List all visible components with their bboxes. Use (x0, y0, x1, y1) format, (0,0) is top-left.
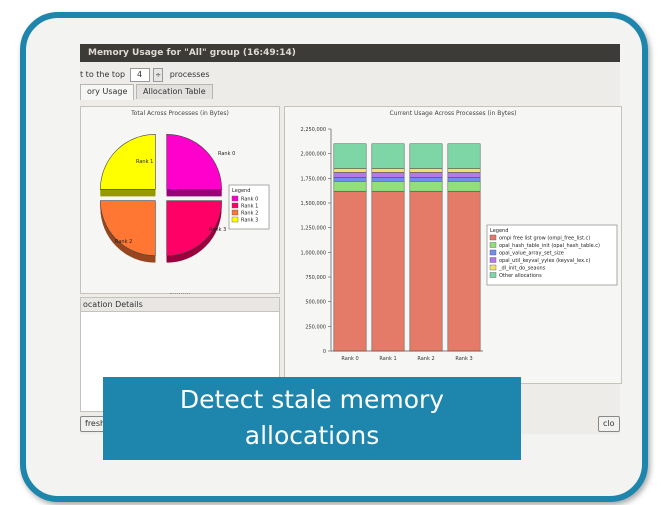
bar-segment (371, 172, 405, 178)
y-tick-label: 0 (323, 349, 326, 355)
y-tick-label: 1,500,000 (301, 201, 326, 207)
bar-segment (371, 143, 405, 169)
bar-segment (333, 143, 367, 169)
pie-slice-label: Rank 2 (115, 239, 132, 245)
pie-legend-label: Rank 2 (241, 211, 258, 217)
bar-segment (333, 177, 367, 182)
pane-splitter[interactable] (170, 293, 190, 296)
pie-legend-label: Rank 3 (241, 218, 258, 224)
y-tick-label: 2,000,000 (301, 152, 326, 158)
caption-line-2: allocations (244, 421, 380, 450)
bar-segment (447, 172, 481, 178)
app-window: Memory Usage for "All" group (16:49:14) … (80, 44, 622, 434)
pie-legend-swatch (231, 216, 239, 223)
pie-slice-label: Rank 3 (209, 227, 226, 233)
bar-legend-swatch (489, 257, 497, 263)
bar-segment (409, 190, 443, 352)
bar-segment (447, 168, 481, 173)
y-tick-label: 2,250,000 (301, 127, 326, 133)
x-tick-label: Rank 3 (455, 356, 472, 362)
pie-slice-label: Rank 0 (218, 151, 235, 157)
details-header: ocation Details (81, 298, 279, 312)
window-title: Memory Usage for "All" group (16:49:14) (80, 44, 620, 62)
y-tick-label: 500,000 (305, 300, 326, 306)
pie-legend-swatch (231, 209, 239, 216)
bar-segment (371, 190, 405, 352)
bar-segment (371, 177, 405, 182)
bar-segment (333, 172, 367, 178)
pie-panel: Total Across Processes (in Bytes) Rank 0… (80, 106, 280, 294)
stacked-bar-chart: 0 250,000 500,000 750,000 1,000,000 1,250,000… (301, 127, 618, 362)
bar-segment (409, 143, 443, 169)
limit-label: t to the top (80, 70, 126, 79)
bar-legend-swatch (489, 234, 497, 241)
tab-memory-usage[interactable]: ory Usage (80, 84, 135, 100)
bar-legend-label: ompi free list grow (ompi_free_list.c) (499, 236, 590, 242)
processes-label: processes (169, 70, 210, 79)
bar-legend-title: Legend (490, 228, 508, 234)
y-tick-label: 1,750,000 (301, 176, 326, 182)
bar-segment (447, 181, 481, 192)
x-tick-label: Rank 0 (341, 356, 358, 362)
x-tick-label: Rank 1 (379, 356, 396, 362)
y-tick-label: 750,000 (305, 275, 326, 281)
bar-segment (333, 190, 367, 352)
y-tick-label: 250,000 (305, 324, 326, 330)
pie-slice-2 (100, 200, 156, 256)
pie-slice-label: Rank 1 (136, 159, 153, 165)
bar-legend-label: opal_value_array_set_size (499, 251, 564, 257)
bar-legend-label: Other allocations (499, 273, 542, 279)
bar-segment (409, 181, 443, 192)
bar-legend-swatch (489, 272, 497, 278)
caption-line-1: Detect stale memory (179, 385, 445, 414)
limit-row: t to the top 4 ÷ processes (80, 67, 210, 83)
y-tick-label: 1,250,000 (301, 226, 326, 232)
bar-legend-swatch (489, 264, 497, 271)
caption-banner: Detect stale memory allocations (103, 377, 521, 460)
pie-legend-title: Legend (232, 188, 250, 194)
bar-segment (409, 172, 443, 178)
limit-spin-button[interactable]: ÷ (153, 68, 164, 82)
bar-segment (447, 177, 481, 182)
bar-segment (333, 181, 367, 192)
bar-legend-swatch (489, 242, 497, 248)
bar-segment (409, 168, 443, 173)
bar-legend-label: _dl_init_do_seaons (498, 266, 546, 272)
pie-legend-swatch (231, 195, 239, 202)
bar-segment (371, 168, 405, 173)
pie-legend-label: Rank 0 (241, 197, 258, 203)
bar-panel: Current Usage Across Processes (in Bytes… (284, 106, 622, 384)
pie-legend-swatch (231, 202, 239, 209)
pie-slice-0 (166, 134, 222, 190)
tab-allocation-table[interactable]: Allocation Table (136, 84, 213, 99)
bar-segment (447, 143, 481, 169)
bar-legend-swatch (489, 249, 497, 256)
pie-legend-label: Rank 1 (241, 204, 258, 210)
pie-chart: Rank 0Rank 1Rank 2Rank 3LegendRank 0Rank… (100, 134, 270, 263)
bar-segment (333, 168, 367, 173)
y-tick-label: 1,000,000 (301, 250, 326, 256)
bar-legend-label: opal_hash_table_init (opal_hash_table.c) (499, 243, 600, 249)
bar-segment (371, 181, 405, 192)
limit-input[interactable]: 4 (129, 68, 150, 82)
bar-segment (409, 177, 443, 182)
bar-segment (447, 190, 481, 352)
x-tick-label: Rank 2 (417, 356, 434, 362)
bar-legend-label: opal_util_keyval_yylex (keyval_lex.c) (499, 258, 590, 264)
close-button[interactable]: clo (598, 416, 620, 432)
